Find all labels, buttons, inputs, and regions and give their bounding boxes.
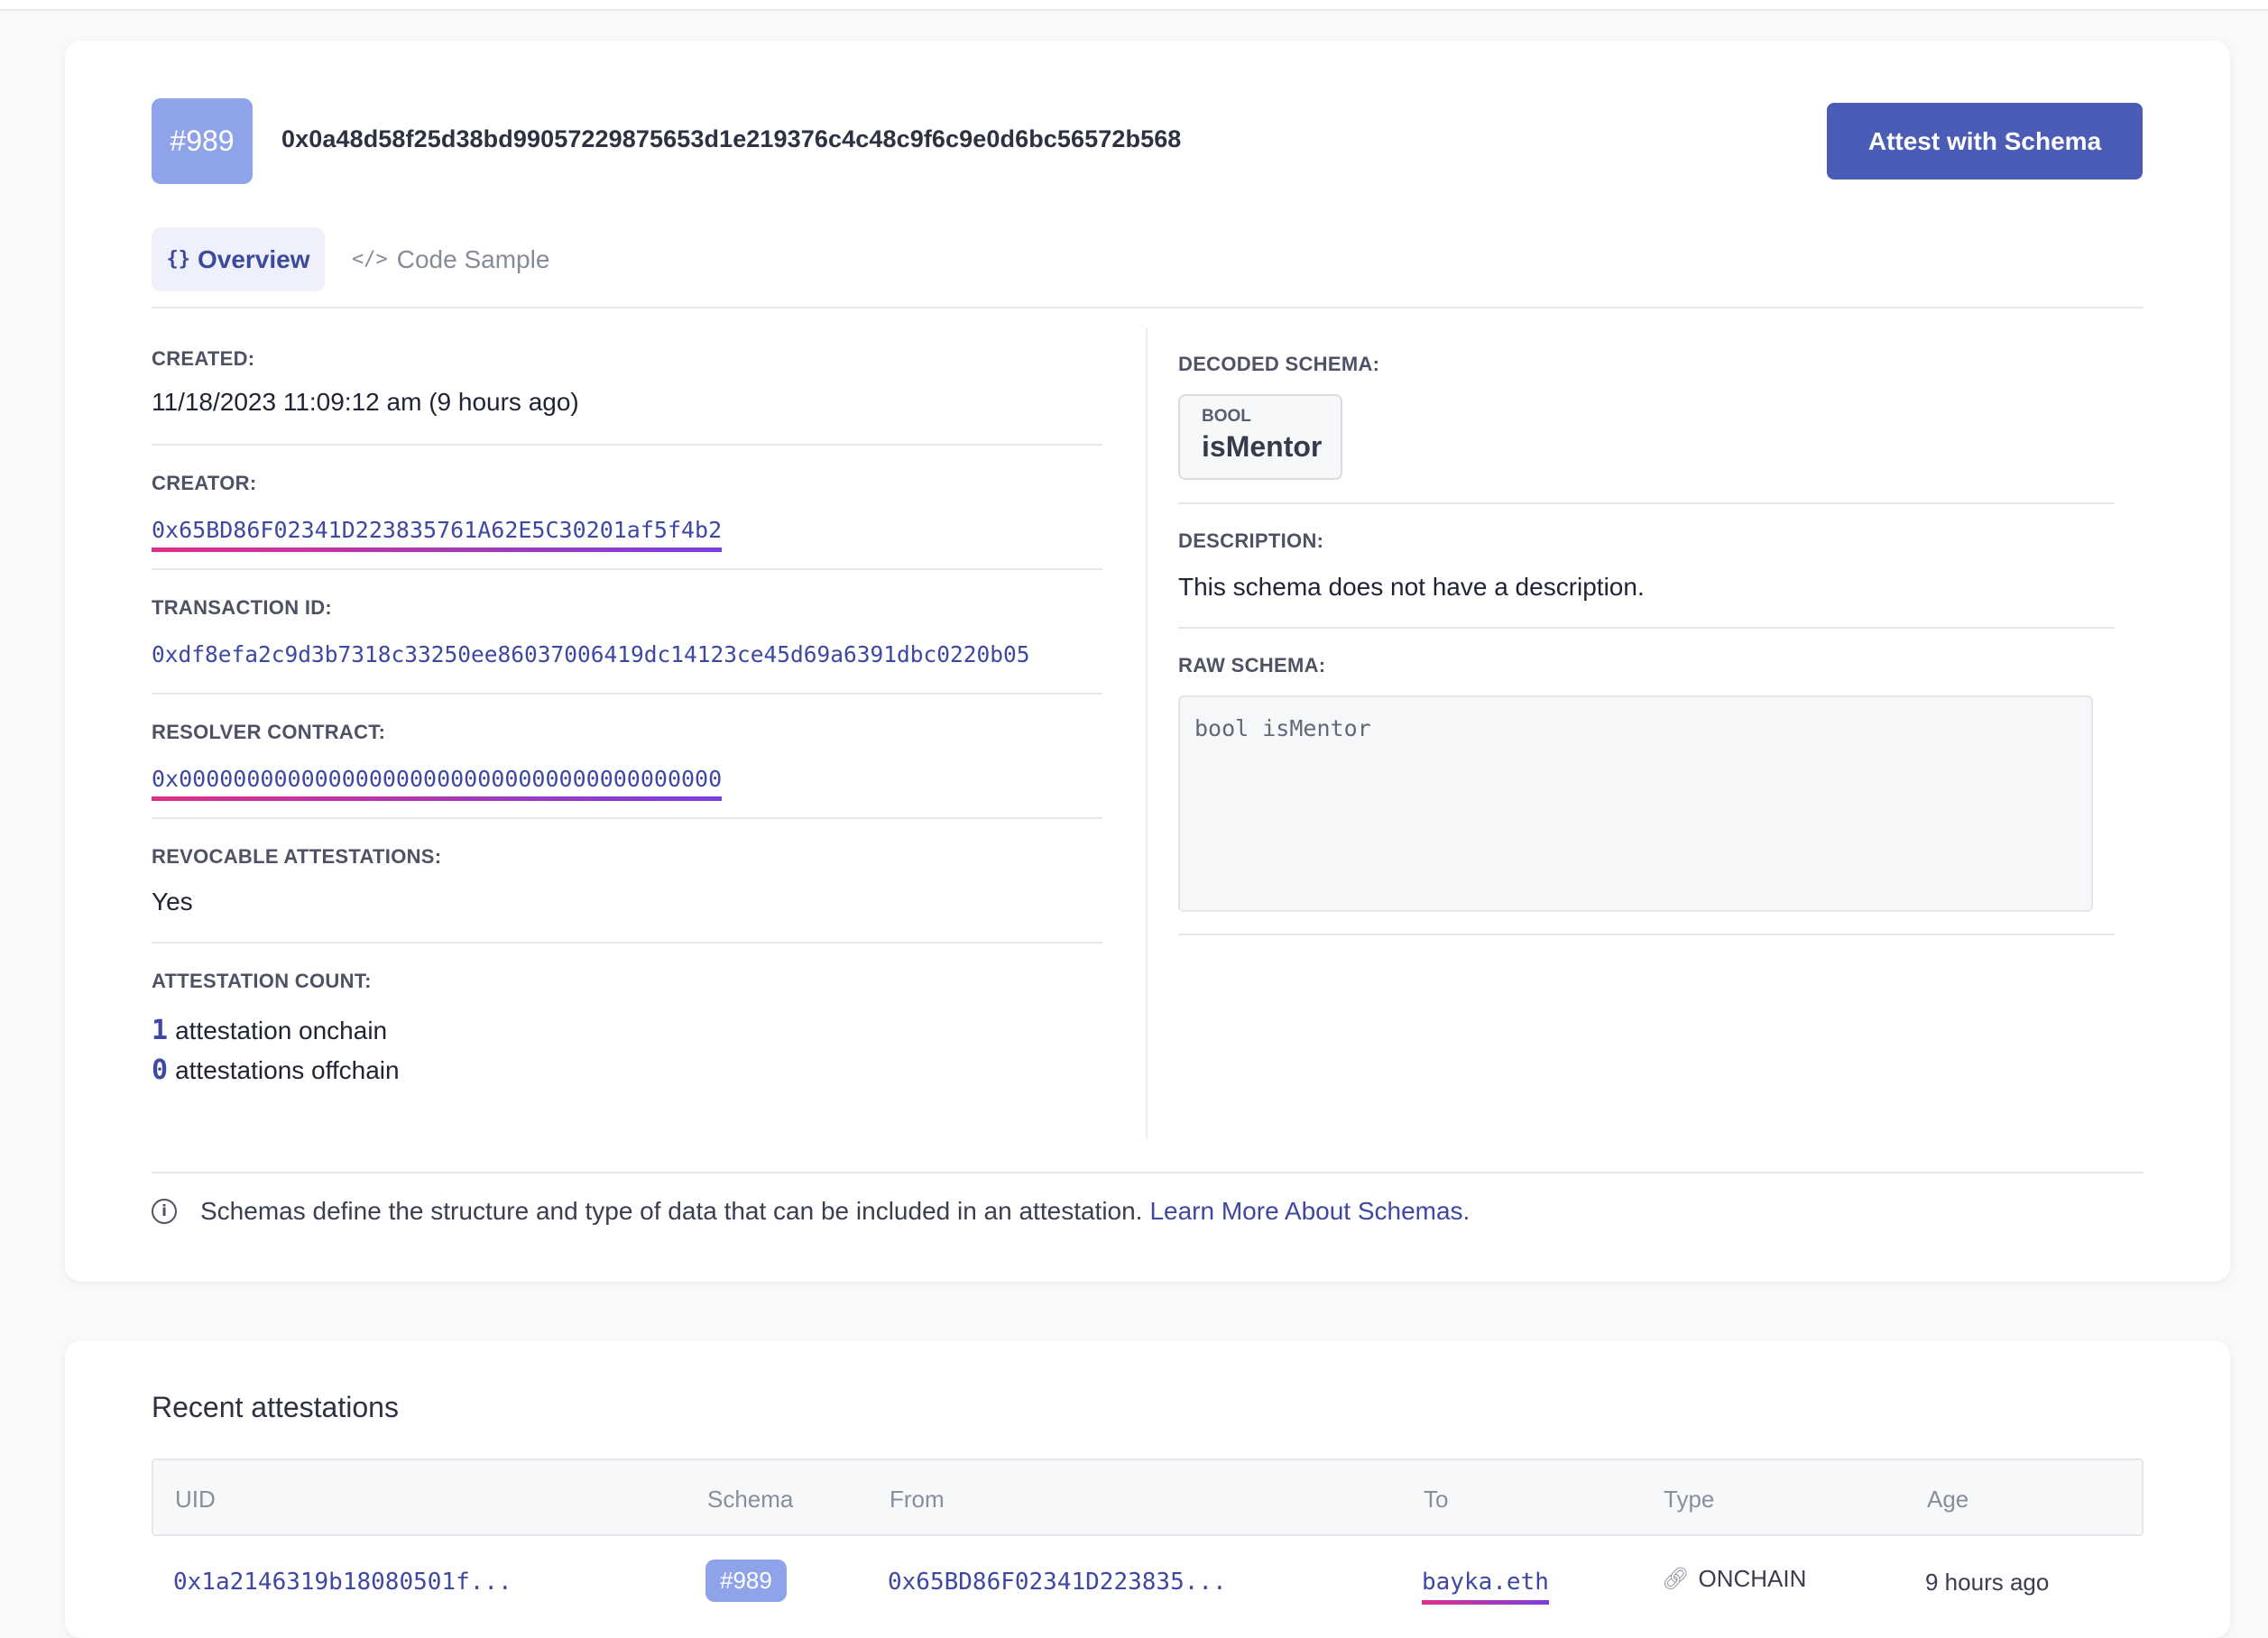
raw-schema-label: RAW SCHEMA: bbox=[1178, 654, 1326, 676]
schema-info-row: i Schemas define the structure and type … bbox=[152, 1197, 1470, 1226]
offchain-count: 0 bbox=[152, 1054, 169, 1086]
created-label: CREATED: bbox=[152, 347, 255, 370]
column-header-uid: UID bbox=[175, 1486, 216, 1513]
onchain-count: 1 bbox=[152, 1015, 169, 1046]
attestation-type: ONCHAIN bbox=[1698, 1565, 1807, 1592]
transaction-id-label: TRANSACTION ID: bbox=[152, 596, 333, 619]
attestation-uid-link[interactable]: 0x1a2146319b18080501f... bbox=[173, 1569, 512, 1596]
tab-code-sample[interactable]: </> Code Sample bbox=[352, 227, 549, 291]
creator-address-link[interactable]: 0x65BD86F02341D223835761A62E5C30201af5f4… bbox=[152, 517, 723, 552]
recent-attestations-card: Recent attestations UID Schema From To T… bbox=[65, 1340, 2230, 1638]
schema-card: #989 0x0a48d58f25d38bd99057229875653d1e2… bbox=[65, 41, 2230, 1282]
braces-icon: {} bbox=[166, 248, 190, 271]
column-header-type: Type bbox=[1664, 1486, 1715, 1513]
schema-info-text: Schemas define the structure and type of… bbox=[200, 1197, 1143, 1225]
attestation-age: 9 hours ago bbox=[1925, 1569, 2050, 1596]
column-header-to: To bbox=[1424, 1486, 1449, 1513]
field-type: BOOL bbox=[1202, 407, 1251, 426]
onchain-count-row[interactable]: 1 attestation onchain bbox=[152, 1015, 387, 1046]
schema-uid: 0x0a48d58f25d38bd99057229875653d1e219376… bbox=[281, 125, 1182, 152]
divider bbox=[1178, 502, 2115, 504]
table-row[interactable]: 0x1a2146319b18080501f... #989 0x65BD86F0… bbox=[152, 1536, 2144, 1623]
resolver-contract-label: RESOLVER CONTRACT: bbox=[152, 721, 386, 743]
link-icon: 🔗︎ bbox=[1662, 1567, 1690, 1591]
divider bbox=[152, 568, 1102, 570]
learn-more-schemas-link[interactable]: Learn More About Schemas. bbox=[1149, 1197, 1470, 1226]
decoded-schema-label: DECODED SCHEMA: bbox=[1178, 353, 1380, 375]
revocable-value: Yes bbox=[152, 888, 193, 916]
onchain-count-text: attestation onchain bbox=[175, 1017, 388, 1044]
creator-label: CREATOR: bbox=[152, 472, 257, 494]
divider bbox=[152, 693, 1102, 695]
tab-overview-label: Overview bbox=[197, 244, 310, 273]
revocable-label: REVOCABLE ATTESTATIONS: bbox=[152, 845, 442, 868]
raw-schema-textarea[interactable] bbox=[1178, 695, 2093, 912]
schema-badge[interactable]: #989 bbox=[705, 1560, 787, 1602]
top-bar bbox=[0, 0, 2268, 11]
resolver-contract-link[interactable]: 0x00000000000000000000000000000000000000… bbox=[152, 766, 723, 801]
created-value: 11/18/2023 11:09:12 am (9 hours ago) bbox=[152, 388, 579, 416]
description-value: This schema does not have a description. bbox=[1178, 573, 1645, 601]
schema-number-badge: #989 bbox=[152, 98, 253, 184]
divider bbox=[152, 942, 1102, 943]
attest-with-schema-button[interactable]: Attest with Schema bbox=[1827, 103, 2143, 179]
column-header-age: Age bbox=[1927, 1486, 1969, 1513]
divider bbox=[1178, 627, 2115, 629]
tab-code-sample-label: Code Sample bbox=[396, 244, 550, 273]
table-header: UID Schema From To Type Age bbox=[152, 1459, 2144, 1536]
info-icon: i bbox=[152, 1199, 177, 1224]
offchain-count-text: attestations offchain bbox=[175, 1056, 400, 1084]
divider bbox=[152, 444, 1102, 446]
offchain-count-row[interactable]: 0 attestations offchain bbox=[152, 1054, 400, 1086]
divider bbox=[1178, 934, 2115, 935]
column-header-schema: Schema bbox=[707, 1486, 794, 1513]
info-divider bbox=[152, 1172, 2144, 1173]
tab-overview[interactable]: {} Overview bbox=[152, 227, 325, 291]
code-icon: </> bbox=[352, 248, 388, 271]
to-address-link[interactable]: bayka.eth bbox=[1422, 1569, 1549, 1605]
attestation-count-label: ATTESTATION COUNT: bbox=[152, 970, 372, 992]
transaction-id-link[interactable]: 0xdf8efa2c9d3b7318c33250ee86037006419dc1… bbox=[152, 641, 1030, 667]
tabs-divider bbox=[152, 307, 2144, 308]
description-label: DESCRIPTION: bbox=[1178, 529, 1324, 552]
from-address-link[interactable]: 0x65BD86F02341D223835... bbox=[888, 1569, 1227, 1596]
recent-attestations-title: Recent attestations bbox=[152, 1391, 399, 1423]
schema-field-card: BOOL isMentor bbox=[1178, 394, 1342, 480]
column-divider bbox=[1146, 327, 1148, 1139]
divider bbox=[152, 817, 1102, 819]
type-cell: 🔗︎ ONCHAIN bbox=[1662, 1565, 1806, 1593]
column-header-from: From bbox=[890, 1486, 945, 1513]
field-name: isMentor bbox=[1202, 430, 1323, 463]
